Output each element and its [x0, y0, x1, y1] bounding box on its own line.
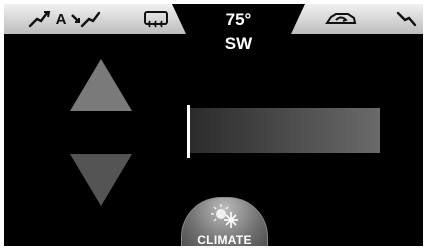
airflow-mode-tab[interactable]: A	[4, 4, 126, 34]
decrease-arrow-button[interactable]	[70, 154, 132, 206]
fan-level-track[interactable]	[187, 108, 380, 153]
climate-label: CLIMATE	[197, 233, 252, 246]
climate-button[interactable]: CLIMATE	[181, 197, 268, 246]
auto-mode-label: A	[55, 10, 67, 28]
increase-arrow-button[interactable]	[70, 59, 132, 111]
wind-direction: SW	[224, 34, 253, 53]
air-recirculation-icon	[325, 13, 357, 24]
rear-defrost-icon	[144, 11, 168, 28]
outside-temperature: 75°	[225, 10, 252, 29]
airflow-tab[interactable]	[391, 4, 423, 34]
person-airflow-icon	[396, 11, 417, 27]
recirculation-tab[interactable]	[291, 4, 391, 34]
floor-airflow-icon	[71, 11, 101, 28]
fan-level-marker[interactable]	[187, 105, 190, 158]
climate-screen-frame: A 75° SW CLIMATE	[0, 0, 427, 250]
sun-snowflake-icon	[211, 204, 238, 228]
climate-screen: A 75° SW CLIMATE	[4, 4, 423, 246]
panel-airflow-icon	[28, 11, 50, 28]
